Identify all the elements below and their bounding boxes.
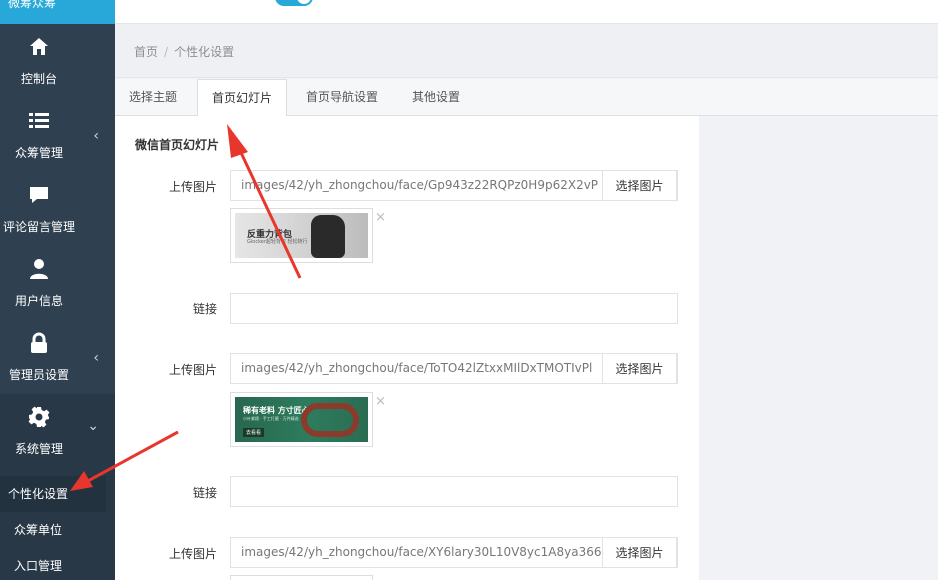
image-path-input[interactable]: images/42/yh_zhongchou/face/Gp943z22RQPz…	[241, 171, 603, 200]
sidebar-item-label: 众筹管理	[14, 146, 63, 160]
image-path-input[interactable]: images/42/yh_zhongchou/face/XY6lary30L10…	[241, 538, 603, 567]
slide-thumbnail: 反重力背包 Glocker超轻背包 轻松随行	[230, 208, 373, 263]
sidebar-item-admin[interactable]: 管理员设置 ‹	[0, 320, 115, 394]
user-icon	[30, 259, 48, 279]
breadcrumb-current: 个性化设置	[174, 45, 235, 59]
sidebar-item-label: 系统管理	[14, 442, 63, 456]
image-path-input-group: images/42/yh_zhongchou/face/XY6lary30L10…	[230, 537, 678, 568]
lock-icon	[31, 332, 47, 353]
submenu-item-personalization[interactable]: 个性化设置	[0, 476, 106, 512]
slide-thumbnail	[230, 575, 373, 580]
chat-icon	[30, 187, 48, 203]
link-input[interactable]	[230, 476, 678, 507]
slide-thumbnail: 稀有老料 方寸匠心 小叶紫檀 · 手工打磨 · 万件精选 去看看	[230, 392, 373, 447]
chevron-left-icon: ‹	[93, 128, 99, 144]
breadcrumb: 首页 / 个性化设置	[115, 24, 938, 78]
remove-image-icon[interactable]: ×	[375, 210, 386, 225]
link-label: 链接	[192, 486, 217, 500]
image-path-input-group: images/42/yh_zhongchou/face/ToTO42lZtxxM…	[230, 353, 678, 384]
remove-image-icon[interactable]: ×	[375, 394, 386, 409]
sidebar: 微筹众筹 控制台 众筹管理 ‹ 评论留言管理 用户信息 管理员设置 ‹ 系统管理…	[0, 0, 115, 580]
submenu-item-units[interactable]: 众筹单位	[0, 512, 106, 548]
chevron-left-icon: ‹	[93, 350, 99, 366]
list-icon	[29, 113, 49, 128]
choose-image-button[interactable]: 选择图片	[602, 170, 677, 201]
link-label: 链接	[192, 302, 217, 316]
chevron-down-icon: ⌄	[87, 418, 99, 434]
link-input[interactable]	[230, 293, 678, 324]
sidebar-item-dashboard[interactable]: 控制台	[0, 24, 115, 98]
system-submenu: 个性化设置 众筹单位 入口管理	[0, 466, 115, 580]
upload-label: 上传图片	[168, 363, 217, 377]
top-bar	[115, 0, 938, 24]
breadcrumb-separator: /	[164, 45, 169, 59]
gear-icon	[28, 406, 50, 428]
tab-home-slides[interactable]: 首页幻灯片	[197, 79, 288, 117]
sidebar-toggle-switch[interactable]	[275, 0, 313, 6]
image-path-input[interactable]: images/42/yh_zhongchou/face/ToTO42lZtxxM…	[241, 354, 603, 383]
tab-other[interactable]: 其他设置	[398, 79, 474, 116]
tab-home-nav[interactable]: 首页导航设置	[292, 79, 392, 116]
thumb-subtitle: 小叶紫檀 · 手工打磨 · 万件精选	[243, 416, 299, 421]
choose-image-button[interactable]: 选择图片	[602, 537, 677, 568]
sidebar-item-comments[interactable]: 评论留言管理	[0, 172, 115, 246]
brand-logo[interactable]: 微筹众筹	[0, 0, 115, 24]
slide-image: 反重力背包 Glocker超轻背包 轻松随行	[235, 213, 368, 258]
backpack-image	[311, 215, 345, 258]
settings-tabs: 选择主题 首页幻灯片 首页导航设置 其他设置	[115, 79, 938, 117]
breadcrumb-home-link[interactable]: 首页	[134, 45, 158, 59]
empty-area	[699, 116, 938, 580]
bracelet-image	[301, 403, 359, 437]
sidebar-item-label: 评论留言管理	[2, 220, 75, 234]
section-title: 微信首页幻灯片	[135, 138, 220, 152]
thumb-title: 稀有老料 方寸匠心	[243, 406, 310, 415]
slides-panel: 微信首页幻灯片 上传图片 images/42/yh_zhongchou/face…	[115, 116, 699, 580]
submenu-item-entry[interactable]: 入口管理	[0, 548, 106, 580]
image-path-input-group: images/42/yh_zhongchou/face/Gp943z22RQPz…	[230, 170, 678, 201]
sidebar-item-crowdfunding[interactable]: 众筹管理 ‹	[0, 98, 115, 172]
home-icon	[30, 38, 48, 55]
sidebar-item-label: 管理员设置	[8, 368, 69, 382]
thumb-subtitle: Glocker超轻背包 轻松随行	[247, 239, 308, 245]
sidebar-item-label: 用户信息	[14, 294, 63, 308]
tab-theme[interactable]: 选择主题	[115, 79, 191, 116]
upload-label: 上传图片	[168, 547, 217, 561]
sidebar-item-users[interactable]: 用户信息	[0, 246, 115, 320]
sidebar-item-system[interactable]: 系统管理 ⌄	[0, 394, 115, 468]
sidebar-item-label: 控制台	[20, 72, 57, 86]
upload-label: 上传图片	[168, 180, 217, 194]
thumb-button: 去看看	[243, 428, 265, 437]
choose-image-button[interactable]: 选择图片	[602, 353, 677, 384]
slide-image: 稀有老料 方寸匠心 小叶紫檀 · 手工打磨 · 万件精选 去看看	[235, 397, 368, 442]
